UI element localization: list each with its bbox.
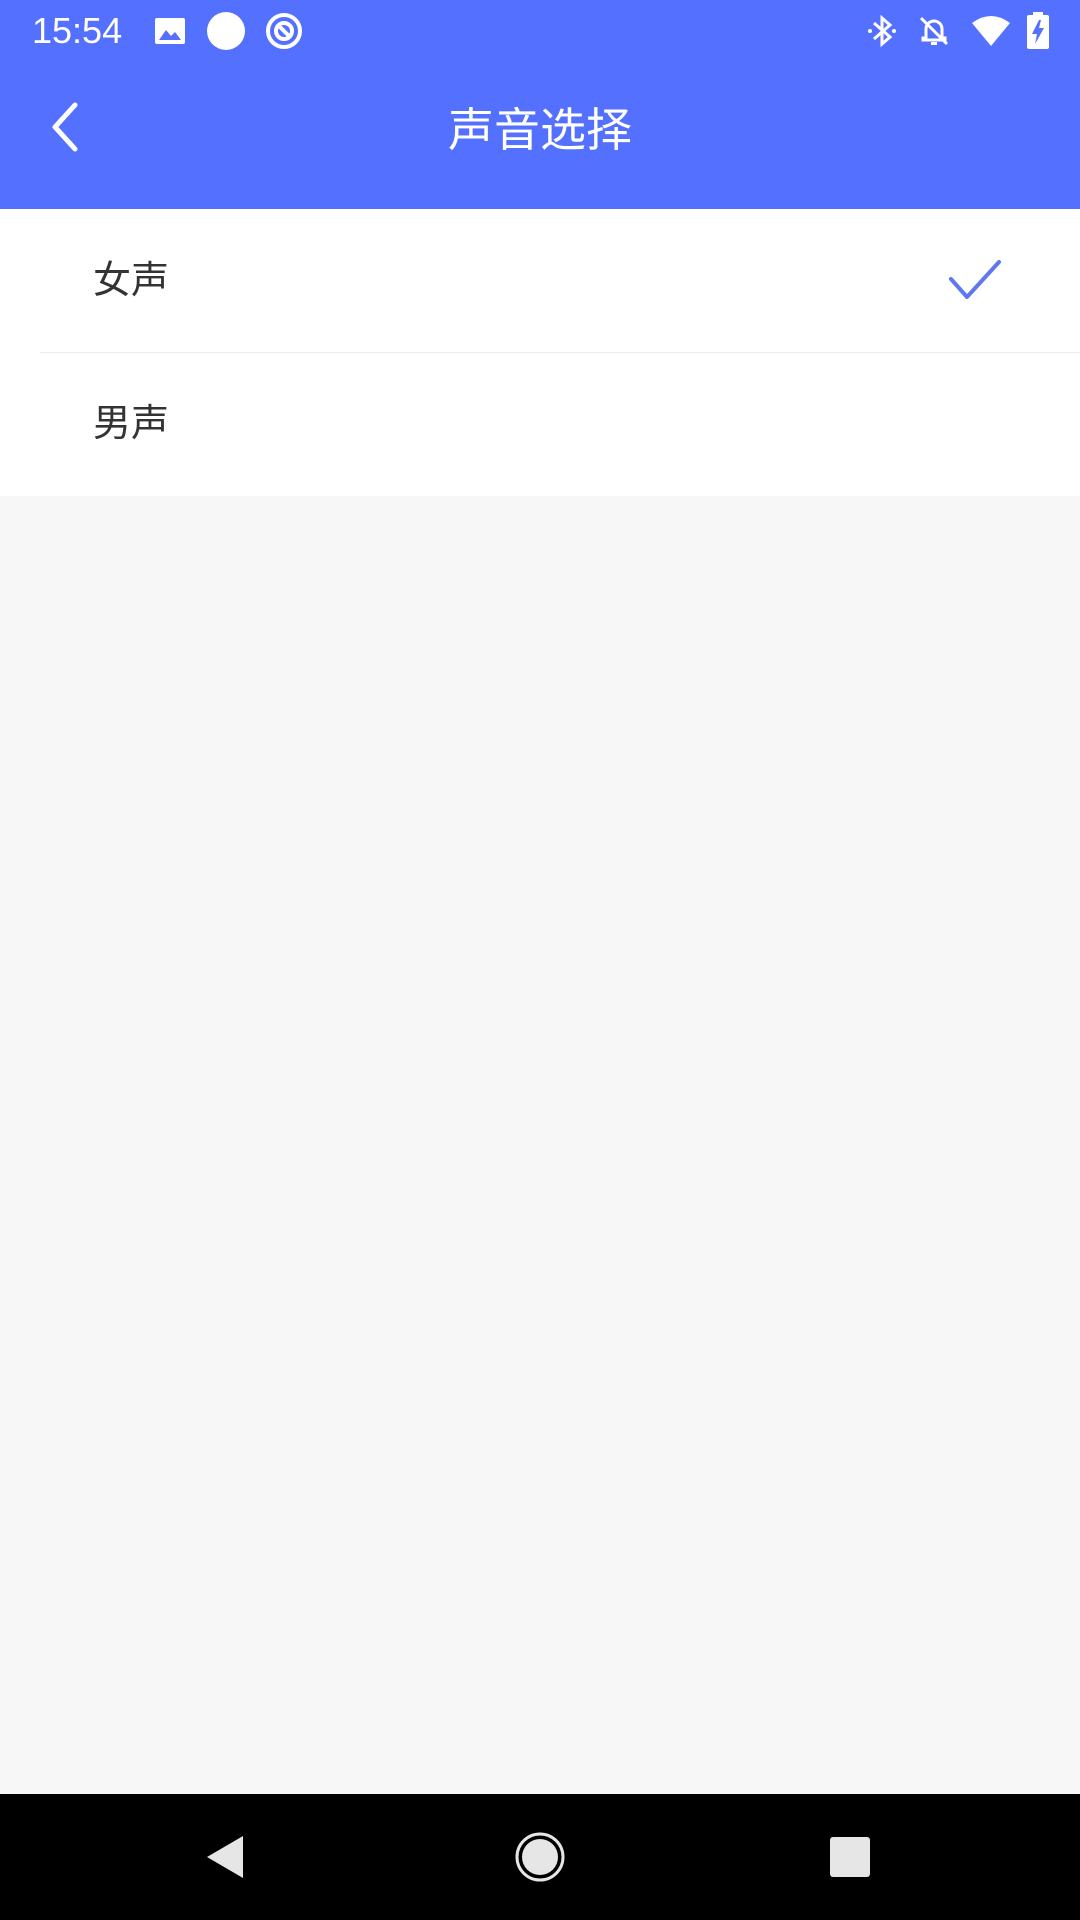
status-time: 15:54 (32, 10, 123, 51)
nav-back-button[interactable] (190, 1822, 260, 1892)
bluetooth-icon (868, 14, 896, 48)
back-triangle-icon (207, 1836, 243, 1878)
wifi-icon (972, 16, 1010, 46)
home-circle-icon (515, 1832, 565, 1882)
nav-recents-button[interactable] (815, 1822, 885, 1892)
option-female-voice[interactable]: 女声 (0, 209, 1080, 352)
nav-home-button[interactable] (505, 1822, 575, 1892)
sync-icon (266, 13, 302, 49)
battery-charging-icon (1027, 12, 1049, 49)
screen: 15:54 声音选择 女声 男声 (0, 0, 1080, 1920)
checkmark-icon (949, 260, 1001, 299)
image-icon (155, 18, 185, 44)
voice-option-list: 女声 男声 (0, 209, 1080, 496)
bell-off-icon (919, 16, 949, 46)
option-male-voice[interactable]: 男声 (0, 352, 1080, 495)
page-title: 声音选择 (448, 103, 632, 157)
option-label: 女声 (93, 258, 170, 302)
app-bar: 声音选择 (0, 62, 1080, 209)
recents-square-icon (830, 1837, 870, 1877)
circle-icon (207, 12, 245, 50)
system-nav-bar (0, 1794, 1080, 1920)
option-label: 男声 (93, 401, 170, 445)
status-bar: 15:54 (0, 0, 1080, 62)
